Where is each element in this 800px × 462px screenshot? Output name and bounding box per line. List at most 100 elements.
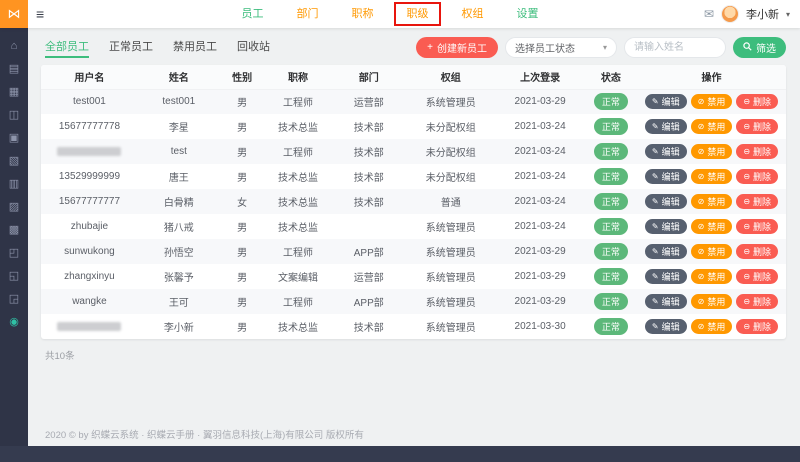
status-badge: 正常 [593,218,628,235]
tab-4[interactable]: 回收站 [237,38,270,58]
delete-button[interactable]: ⊖ 删除 [736,244,779,259]
tasks-icon[interactable]: ▧ [0,150,28,173]
name-search-input[interactable] [624,37,726,58]
notebook-icon[interactable]: ▨ [0,196,28,219]
tab-1[interactable]: 全部员工 [45,38,89,58]
edit-button[interactable]: ✎ 编辑 [644,194,687,209]
delete-button[interactable]: ⊖ 删除 [736,194,779,209]
nav-item-2[interactable]: 部门 [280,0,335,28]
disable-button[interactable]: ⊘ 禁用 [690,219,733,234]
bottom-strip [0,446,800,462]
edit-button[interactable]: ✎ 编辑 [644,119,687,134]
cell-status: 正常 [585,214,637,239]
status-badge: 正常 [593,193,628,210]
status-badge: 正常 [593,118,628,135]
disable-button[interactable]: ⊘ 禁用 [690,294,733,309]
cell-gender: 男 [237,223,248,234]
action-label: 编辑 [661,272,680,282]
edit-button[interactable]: ✎ 编辑 [644,169,687,184]
disable-button[interactable]: ⊘ 禁用 [690,269,733,284]
ban-icon: ⊘ [697,322,705,331]
cell-gender: 男 [237,148,248,159]
disable-button[interactable]: ⊘ 禁用 [690,194,733,209]
create-employee-button[interactable]: + 创建新员工 [416,37,498,58]
delete-button[interactable]: ⊖ 删除 [736,319,779,334]
disable-button[interactable]: ⊘ 禁用 [690,144,733,159]
status-badge: 正常 [593,243,628,260]
action-label: 删除 [753,147,772,157]
delete-button[interactable]: ⊖ 删除 [736,144,779,159]
documents-icon[interactable]: ▥ [0,173,28,196]
cell-last-login: 2021-03-29 [514,271,566,282]
edit-icon: ✎ [651,322,659,331]
cell-name: 李星 [168,123,189,134]
edit-button[interactable]: ✎ 编辑 [644,144,687,159]
action-label: 编辑 [661,122,680,132]
cell-status: 正常 [585,189,637,214]
cell-title: 技术总监 [277,223,318,234]
cell-name: 李小新 [163,323,194,334]
nav-item-1[interactable]: 员工 [225,0,280,28]
nav-item-5[interactable]: 权组 [445,0,500,28]
apps-icon[interactable]: ▤ [0,58,28,81]
column-header: 性别 [219,65,265,90]
action-label: 禁用 [707,147,726,157]
nav-item-6[interactable]: 设置 [500,0,555,28]
home-icon[interactable]: ⌂ [0,35,28,58]
announcement-icon[interactable]: ▩ [0,219,28,242]
nav-item-4[interactable]: 职级 [390,0,445,28]
cell-gender: 男 [237,273,248,284]
edit-button[interactable]: ✎ 编辑 [644,244,687,259]
user-name[interactable]: 李小新 [746,6,779,22]
delete-button[interactable]: ⊖ 删除 [736,269,779,284]
edit-button[interactable]: ✎ 编辑 [644,219,687,234]
tab-3[interactable]: 禁用员工 [173,38,217,58]
disable-button[interactable]: ⊘ 禁用 [690,119,733,134]
disable-button[interactable]: ⊘ 禁用 [690,169,733,184]
tab-2[interactable]: 正常员工 [109,38,153,58]
table-row: test 男工程师 技术部 未分配权组 2021-03-24 正常 ✎ 编辑 ⊘ 禁用 ⊖ 删除 [41,139,786,164]
chevron-down-icon[interactable]: ▾ [786,10,790,19]
edit-button[interactable]: ✎ 编辑 [644,319,687,334]
reports-icon[interactable]: ◱ [0,265,28,288]
masked-username [57,321,122,331]
tools-icon[interactable]: ◲ [0,288,28,311]
disable-button[interactable]: ⊘ 禁用 [690,94,733,110]
nav-item-3[interactable]: 职称 [335,0,390,28]
table-row: zhubajie 猪八戒男技术总监 系统管理员 2021-03-24 正常 ✎ 编辑 ⊘ 禁用 ⊖… [41,214,786,239]
delete-button[interactable]: ⊖ 删除 [736,119,779,134]
disable-button[interactable]: ⊘ 禁用 [690,319,733,334]
delete-button[interactable]: ⊖ 删除 [736,219,779,234]
mail-icon[interactable]: ✉ [704,7,714,21]
edit-button[interactable]: ✎ 编辑 [644,94,687,110]
filter-button[interactable]: 筛选 [733,37,786,58]
settings-icon[interactable]: ◉ [0,311,28,334]
delete-button[interactable]: ⊖ 删除 [736,294,779,309]
cell-permission-group: 未分配权组 [425,123,476,134]
topbar: ⋈ ≡ 员工 部门 职称 职级 权组 设置 ✉ 李小新 ▾ [0,0,800,28]
gallery-icon[interactable]: ◰ [0,242,28,265]
employee-status-select[interactable]: 选择员工状态 ▾ [505,37,617,58]
cell-last-login: 2021-03-29 [514,96,566,108]
cell-name: 白骨精 [163,198,194,209]
delete-button[interactable]: ⊖ 删除 [736,169,779,184]
delete-button[interactable]: ⊖ 删除 [736,94,779,110]
disable-button[interactable]: ⊘ 禁用 [690,244,733,259]
toolbar-row: 全部员工正常员工禁用员工回收站 + 创建新员工 选择员工状态 ▾ 筛选 [28,28,800,65]
cell-department: 技术部 [353,123,384,134]
action-label: 删除 [753,172,772,182]
menu-toggle-icon[interactable]: ≡ [36,0,44,28]
table-row: 15677777777 白骨精女技术总监 技术部 普通 2021-03-24 正常 ✎ 编辑 ⊘… [41,189,786,214]
edit-button[interactable]: ✎ 编辑 [644,269,687,284]
edit-button[interactable]: ✎ 编辑 [644,294,687,309]
calendar-icon[interactable]: ▣ [0,127,28,150]
status-badge: 正常 [593,168,628,185]
cell-actions: ✎ 编辑 ⊘ 禁用 ⊖ 删除 [637,189,786,214]
projects-icon[interactable]: ▦ [0,81,28,104]
user-avatar[interactable] [720,5,739,23]
team-icon[interactable]: ◫ [0,104,28,127]
brand-logo-icon[interactable]: ⋈ [0,0,28,28]
cell-last-login: 2021-03-24 [514,196,566,207]
cell-actions: ✎ 编辑 ⊘ 禁用 ⊖ 删除 [637,114,786,139]
top-nav: 员工 部门 职称 职级 权组 设置 [225,0,555,28]
